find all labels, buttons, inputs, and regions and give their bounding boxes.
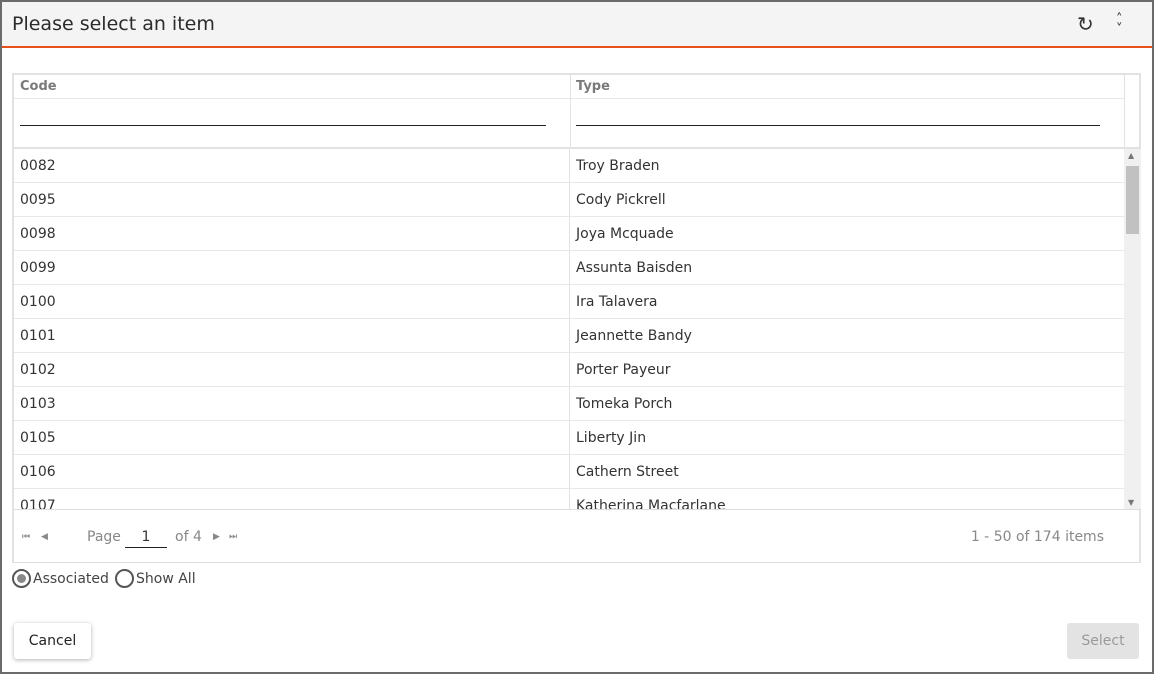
cell-code: 0082 — [14, 149, 570, 182]
dialog-title: Please select an item — [12, 13, 215, 35]
radio-show-all[interactable]: Show All — [115, 569, 196, 588]
cell-type: Katherina Macfarlane — [576, 498, 726, 509]
column-header-code[interactable]: Code — [14, 75, 570, 99]
table-row[interactable]: 0105 Liberty Jin — [14, 421, 1124, 455]
next-page-icon[interactable]: ▶ — [213, 532, 220, 542]
cell-code: 0095 — [14, 183, 570, 216]
radio-label: Associated — [33, 570, 109, 587]
cell-type: Cathern Street — [576, 464, 679, 480]
cell-type: Cody Pickrell — [576, 192, 666, 208]
scroll-up-icon[interactable]: ▲ — [1128, 151, 1134, 160]
dialog-header: Please select an item ↻ ˄ ˅ — [2, 2, 1152, 48]
page-input[interactable]: 1 — [125, 529, 167, 548]
column-header-type[interactable]: Type — [570, 75, 1124, 99]
radio-label: Show All — [136, 570, 196, 587]
last-page-icon[interactable]: ⏭ — [229, 532, 237, 542]
cell-type: Assunta Baisden — [576, 260, 693, 276]
cell-type: Jeannette Bandy — [576, 328, 692, 344]
code-filter-input[interactable] — [14, 99, 570, 149]
pager: ⏮ ◀ Page 1 of 4 ▶ ⏭ 1 - 50 of 174 items — [14, 509, 1141, 563]
cell-code: 0101 — [14, 319, 570, 352]
table-row[interactable]: 0107 Katherina Macfarlane — [14, 489, 1124, 509]
type-filter-input[interactable] — [570, 99, 1124, 149]
refresh-icon[interactable]: ↻ — [1077, 14, 1094, 34]
cell-type: Porter Payeur — [576, 362, 671, 378]
page-count: of 4 — [175, 529, 202, 545]
table-row[interactable]: 0102 Porter Payeur — [14, 353, 1124, 387]
table-row[interactable]: 0082 Troy Braden — [14, 149, 1124, 183]
radio-associated[interactable]: Associated — [12, 569, 109, 588]
prev-page-icon[interactable]: ◀ — [41, 532, 48, 542]
page-label: Page — [87, 529, 121, 545]
table-row[interactable]: 0098 Joya Mcquade — [14, 217, 1124, 251]
cell-code: 0100 — [14, 285, 570, 318]
dialog: Please select an item ↻ ˄ ˅ Code Type 008… — [2, 2, 1152, 672]
cell-type: Troy Braden — [576, 158, 660, 174]
cancel-button[interactable]: Cancel — [14, 623, 91, 659]
scrollbar[interactable]: ▲ ▼ — [1124, 149, 1141, 509]
radio-unchecked-icon — [115, 569, 134, 588]
table-row[interactable]: 0103 Tomeka Porch — [14, 387, 1124, 421]
select-button[interactable]: Select — [1067, 623, 1139, 659]
table-row[interactable]: 0099 Assunta Baisden — [14, 251, 1124, 285]
cell-type: Joya Mcquade — [576, 226, 674, 242]
cell-type: Ira Talavera — [576, 294, 658, 310]
cell-code: 0105 — [14, 421, 570, 454]
cell-code: 0107 — [14, 489, 570, 509]
cell-code: 0103 — [14, 387, 570, 420]
cell-code: 0102 — [14, 353, 570, 386]
cell-type: Tomeka Porch — [576, 396, 673, 412]
filter-spacer — [1124, 99, 1141, 149]
expand-collapse-icon[interactable]: ˄ ˅ — [1116, 13, 1123, 36]
cell-code: 0098 — [14, 217, 570, 250]
table-row[interactable]: 0095 Cody Pickrell — [14, 183, 1124, 217]
cell-code: 0099 — [14, 251, 570, 284]
first-page-icon[interactable]: ⏮ — [22, 532, 30, 542]
table-row[interactable]: 0106 Cathern Street — [14, 455, 1124, 489]
scrollbar-thumb[interactable] — [1126, 166, 1139, 234]
table-row[interactable]: 0100 Ira Talavera — [14, 285, 1124, 319]
cell-type: Liberty Jin — [576, 430, 647, 446]
scroll-down-icon[interactable]: ▼ — [1128, 498, 1134, 507]
items-summary: 1 - 50 of 174 items — [970, 529, 1104, 545]
data-grid: Code Type 0082 Troy Braden 0095 Cody Pickre… — [12, 73, 1141, 563]
grid-body: 0082 Troy Braden 0095 Cody Pickrell 0098 Joya… — [14, 149, 1124, 509]
table-row[interactable]: 0101 Jeannette Bandy — [14, 319, 1124, 353]
cell-code: 0106 — [14, 455, 570, 488]
radio-checked-icon — [12, 569, 31, 588]
